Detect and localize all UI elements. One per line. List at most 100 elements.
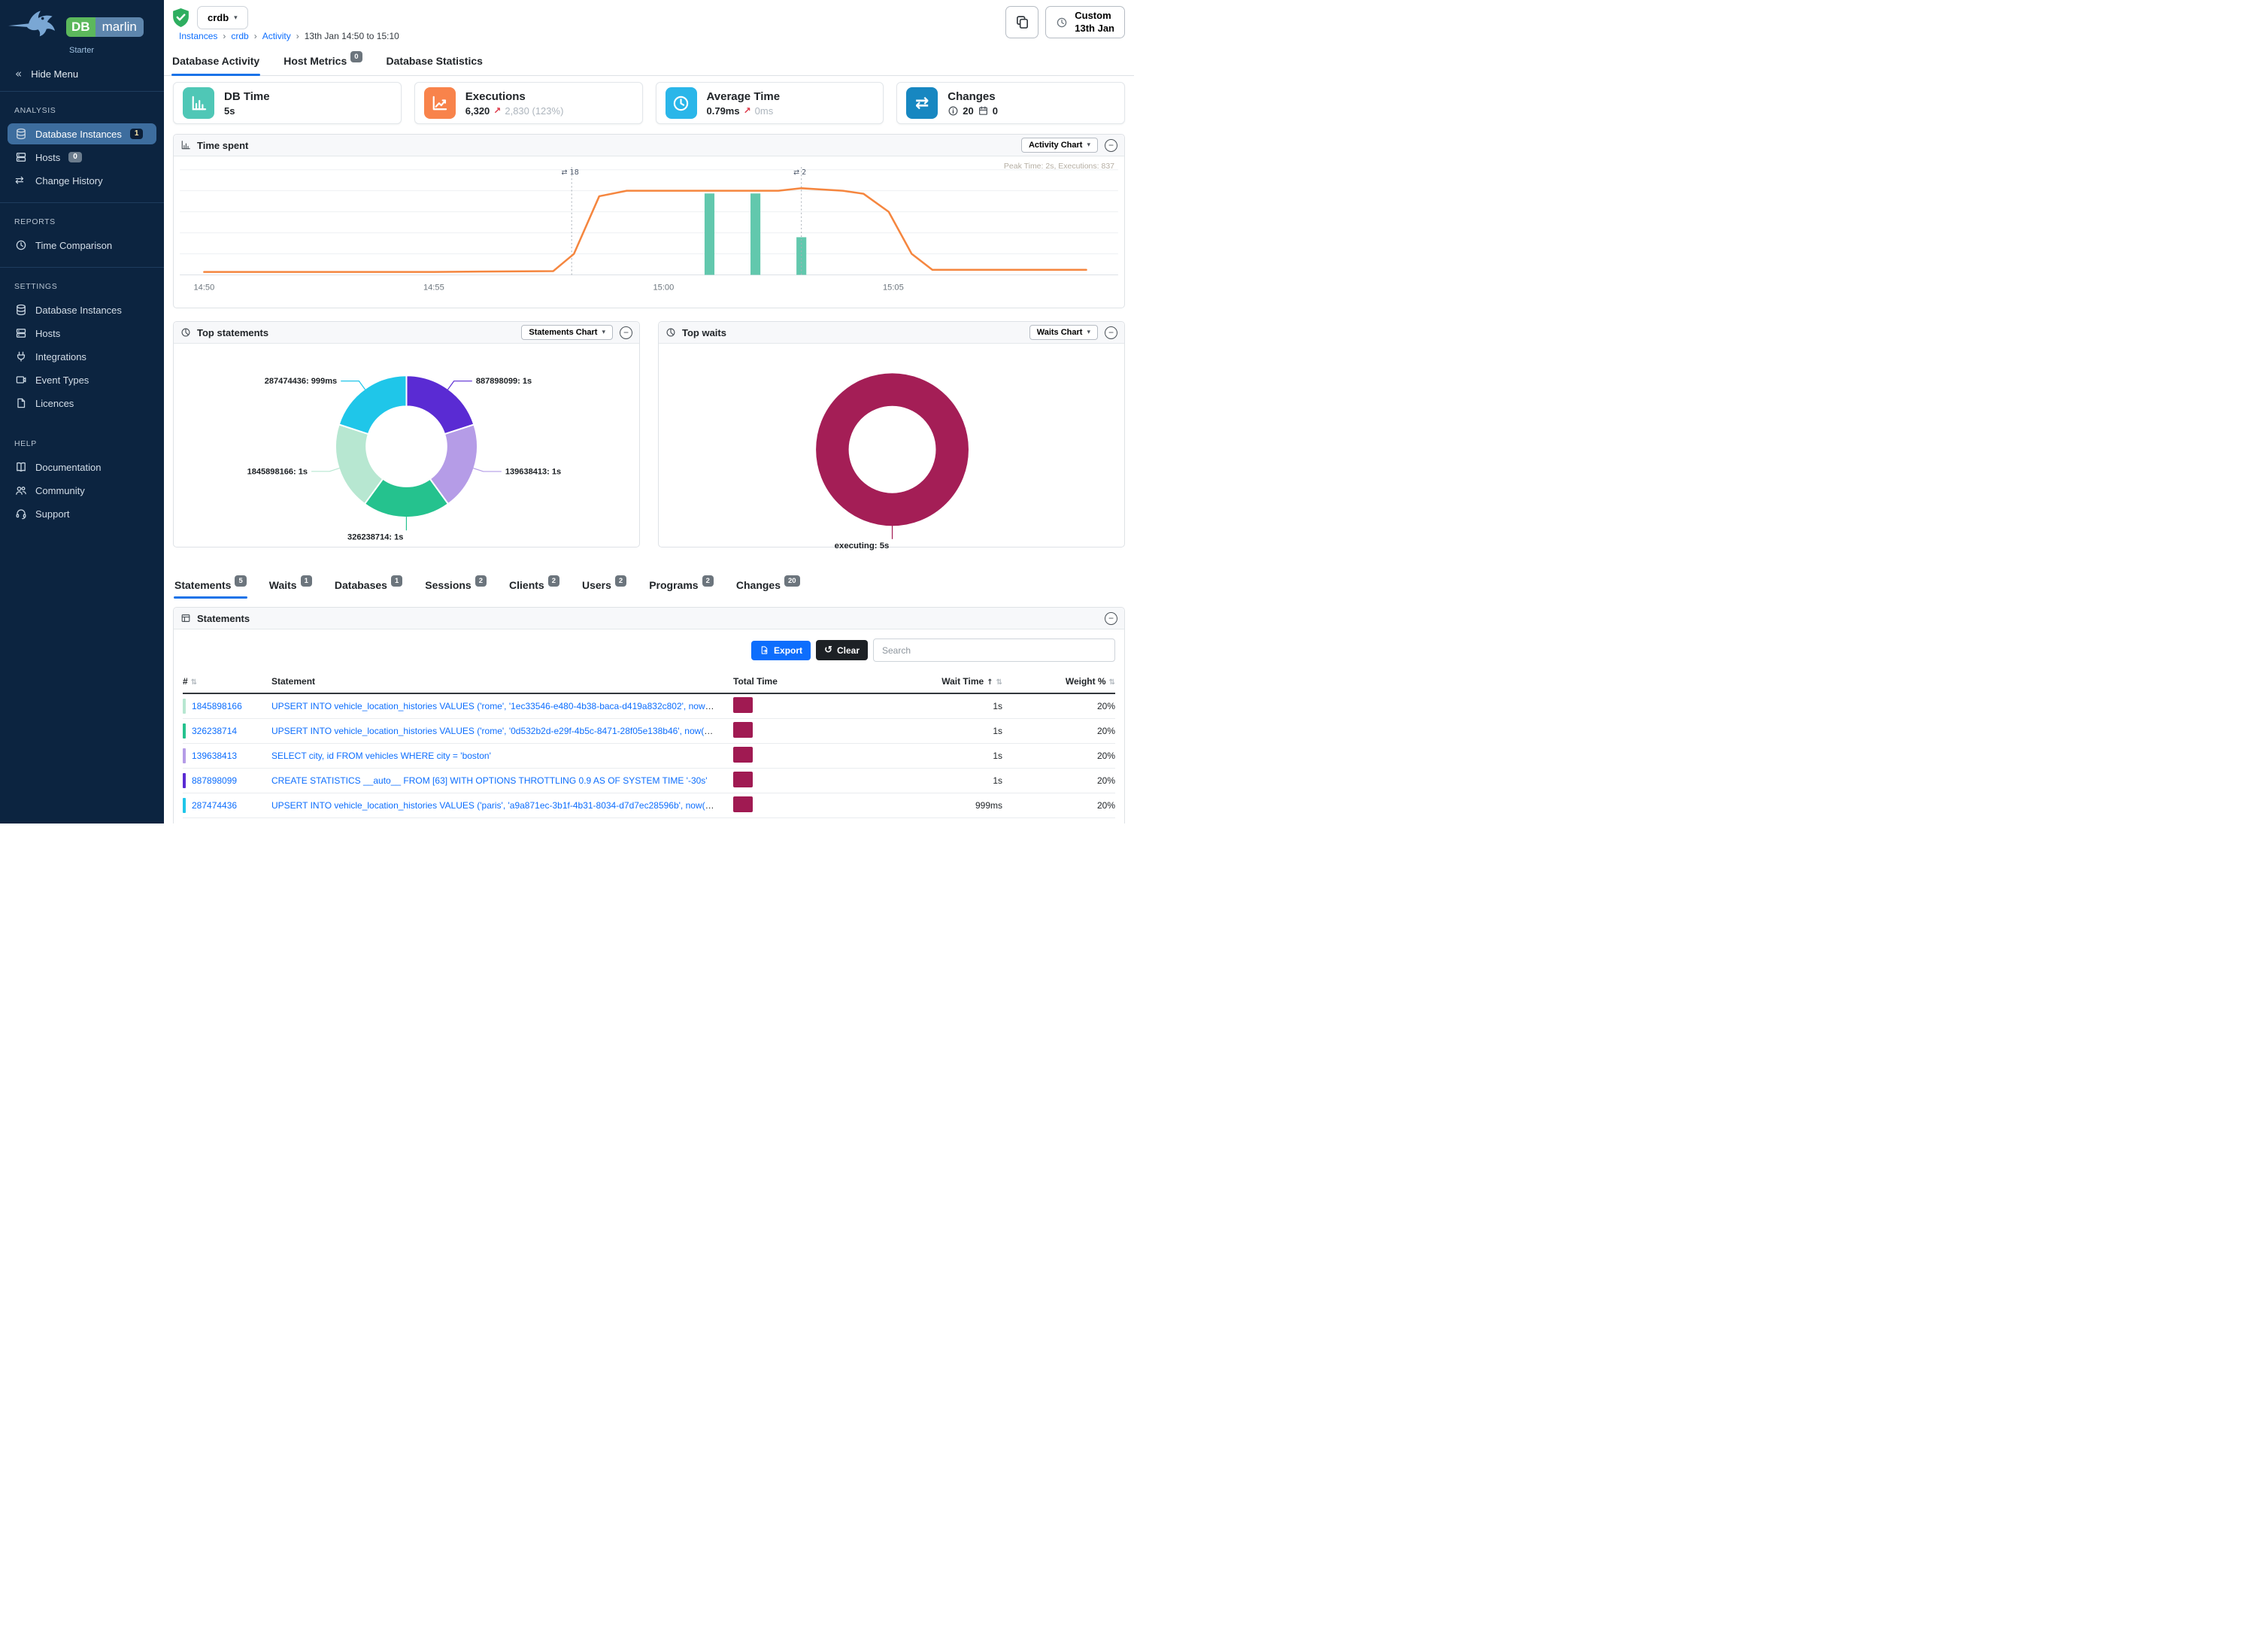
sidebar-item[interactable]: Database Instances 1 <box>8 123 156 144</box>
sidebar-item[interactable]: Event Types <box>8 369 156 390</box>
instance-selector[interactable]: crdb ▾ <box>197 6 248 29</box>
tab-badge: 2 <box>475 575 487 587</box>
statement-id-link[interactable]: 287474436 <box>192 800 237 811</box>
detail-tab[interactable]: Clients 2 <box>508 576 560 598</box>
statement-id-link[interactable]: 887898099 <box>192 775 237 786</box>
sidebar-item[interactable]: Integrations <box>8 346 156 367</box>
main-tab[interactable]: Host Metrics 0 <box>283 52 362 75</box>
card-title: Executions <box>465 90 564 103</box>
collapse-panel-button[interactable]: − <box>1105 326 1117 339</box>
health-shield-icon <box>171 8 190 28</box>
statements-chart-dropdown[interactable]: Statements Chart ▾ <box>521 325 613 340</box>
tab-label: Host Metrics <box>284 55 347 67</box>
chart-type-label: Waits Chart <box>1037 328 1083 337</box>
sidebar-item[interactable]: Hosts 0 <box>8 147 156 168</box>
sidebar-item[interactable]: Time Comparison <box>8 235 156 256</box>
sidebar-item-icon <box>15 151 27 163</box>
detail-tab[interactable]: Sessions 2 <box>424 576 487 598</box>
wait-time-value: 1s <box>822 751 1002 761</box>
collapse-panel-button[interactable]: − <box>620 326 632 339</box>
tab-label: Clients <box>509 579 544 591</box>
top-statements-panel: Top statements Statements Chart ▾ − 8878… <box>173 321 640 547</box>
instance-name: crdb <box>208 12 229 23</box>
export-button[interactable]: Export <box>751 641 811 660</box>
top-waits-panel: Top waits Waits Chart ▾ − executing: 5s <box>658 321 1125 547</box>
sidebar-item-label: Time Comparison <box>35 240 112 251</box>
tab-badge: 1 <box>301 575 312 587</box>
breadcrumb-link[interactable]: Activity <box>262 31 291 41</box>
clear-button[interactable]: ↺ Clear <box>816 640 868 660</box>
sidebar-item-label: Hosts <box>35 152 60 163</box>
hide-menu-button[interactable]: « Hide Menu <box>0 58 164 91</box>
detail-tab[interactable]: Programs 2 <box>648 576 714 598</box>
svg-text:15:00: 15:00 <box>653 284 675 293</box>
clock-icon <box>1056 17 1068 29</box>
panel-title: Top statements <box>197 327 268 338</box>
detail-tab[interactable]: Users 2 <box>581 576 627 598</box>
chevrons-left-icon: « <box>15 67 22 80</box>
breadcrumb-separator: › <box>223 31 226 41</box>
sidebar-item[interactable]: Licences <box>8 393 156 414</box>
tab-label: Programs <box>649 579 698 591</box>
trend-up-icon: ↗ <box>744 105 751 116</box>
panel-title: Statements <box>197 613 250 624</box>
tab-badge: 1 <box>391 575 402 587</box>
statement-id-link[interactable]: 326238714 <box>192 726 237 736</box>
wait-time-value: 1s <box>822 701 1002 711</box>
sidebar-section-analysis: ANALYSIS Database Instances 1 Hosts 0 ⇄ … <box>0 92 164 202</box>
tab-label: Database Statistics <box>387 55 483 67</box>
collapse-panel-button[interactable]: − <box>1105 612 1117 625</box>
detail-tab[interactable]: Changes 20 <box>735 576 801 598</box>
statement-sql-link[interactable]: UPSERT INTO vehicle_location_histories V… <box>271 800 733 811</box>
sidebar-item[interactable]: Documentation <box>8 456 156 478</box>
copy-link-button[interactable] <box>1005 6 1038 38</box>
breadcrumb-link[interactable]: crdb <box>231 31 248 41</box>
statement-id-link[interactable]: 1845898166 <box>192 701 242 711</box>
column-header-wait-time[interactable]: Wait Time↑⇅ <box>822 676 1002 687</box>
undo-icon: ↺ <box>824 645 832 656</box>
collapse-panel-button[interactable]: − <box>1105 139 1117 152</box>
peak-annotation: Peak Time: 2s, Executions: 837 <box>1004 162 1114 171</box>
sidebar-item[interactable]: Database Instances <box>8 299 156 320</box>
main-tab[interactable]: Database Statistics <box>386 52 484 75</box>
sidebar-item-icon <box>15 484 27 496</box>
logo-db: DB <box>66 17 96 37</box>
statement-sql-link[interactable]: SELECT city, id FROM vehicles WHERE city… <box>271 751 491 761</box>
breadcrumb: Instances › crdb › Activity › 13th Jan 1… <box>171 29 407 46</box>
detail-tab[interactable]: Waits 1 <box>268 576 313 598</box>
sidebar-item[interactable]: ⇄ Change History <box>8 170 156 191</box>
chart-type-label: Activity Chart <box>1029 141 1083 150</box>
section-label: ANALYSIS <box>0 99 164 121</box>
statement-id-link[interactable]: 139638413 <box>192 751 237 761</box>
column-header-statement[interactable]: Statement <box>271 676 733 687</box>
detail-tab[interactable]: Statements 5 <box>174 576 247 598</box>
column-header-id[interactable]: #⇅ <box>183 676 271 687</box>
changes-info-count: 20 <box>963 105 973 117</box>
sidebar-item[interactable]: Support <box>8 503 156 524</box>
svg-text:15:05: 15:05 <box>883 284 904 293</box>
svg-text:executing: 5s: executing: 5s <box>835 541 890 551</box>
sidebar-item[interactable]: Community <box>8 480 156 501</box>
column-header-total-time[interactable]: Total Time <box>733 676 822 687</box>
activity-chart-dropdown[interactable]: Activity Chart ▾ <box>1021 138 1098 153</box>
card-title: Changes <box>948 90 998 103</box>
search-input[interactable] <box>873 638 1115 662</box>
time-range-button[interactable]: Custom 13th Jan <box>1045 6 1125 38</box>
breadcrumb-link[interactable]: Instances <box>179 31 217 41</box>
tab-label: Sessions <box>425 579 471 591</box>
statement-sql-link[interactable]: CREATE STATISTICS __auto__ FROM [63] WIT… <box>271 775 708 786</box>
detail-tab[interactable]: Databases 1 <box>334 576 403 598</box>
statement-sql-link[interactable]: UPSERT INTO vehicle_location_histories V… <box>271 726 733 736</box>
top-waits-donut-chart: executing: 5s <box>659 344 1124 556</box>
main-tab[interactable]: Database Activity <box>171 52 260 75</box>
sidebar-item[interactable]: Hosts <box>8 323 156 344</box>
plan-tier-label: Starter <box>66 46 156 55</box>
sort-icon: ⇅ <box>1109 678 1115 687</box>
column-header-weight[interactable]: Weight %⇅ <box>1002 676 1115 687</box>
waits-chart-dropdown[interactable]: Waits Chart ▾ <box>1029 325 1098 340</box>
sidebar-item-label: Database Instances <box>35 129 122 140</box>
statement-sql-link[interactable]: UPSERT INTO vehicle_location_histories V… <box>271 701 733 711</box>
sidebar-item-label: Hosts <box>35 328 60 339</box>
section-label: HELP <box>0 432 164 454</box>
breadcrumb-current: 13th Jan 14:50 to 15:10 <box>305 31 399 41</box>
